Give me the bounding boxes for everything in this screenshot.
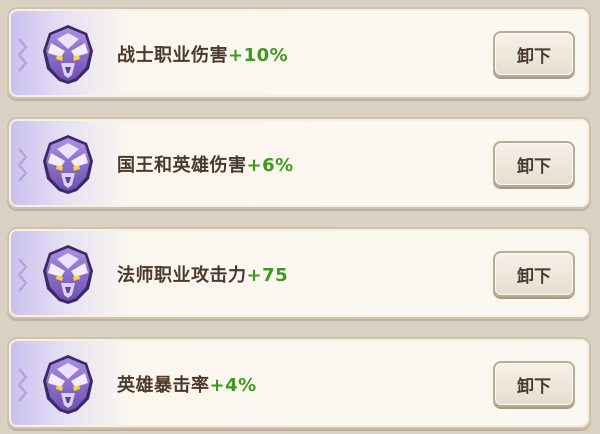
stat-bonus: +6% (246, 155, 294, 176)
purple-dragon-helmet-icon (35, 21, 101, 87)
unequip-button[interactable]: 卸下 (493, 251, 575, 297)
equipment-card: 法师职业攻击力+75 卸下 (7, 227, 591, 319)
equipment-card: 战士职业伤害+10% 卸下 (7, 7, 591, 99)
unequip-button[interactable]: 卸下 (493, 31, 575, 77)
purple-dragon-helmet-icon (35, 241, 101, 307)
chevron-decoration-icon (17, 255, 31, 295)
equipment-stat-label: 英雄暴击率+4% (117, 371, 257, 397)
equipment-list: 战士职业伤害+10% 卸下 国王和英雄伤害+6% 卸下 法师职业攻击力+75 卸… (0, 0, 600, 434)
stat-bonus: +75 (246, 265, 289, 286)
equipment-stat-label: 战士职业伤害+10% (117, 41, 288, 67)
equipment-stat-label: 国王和英雄伤害+6% (117, 151, 294, 177)
stat-name: 法师职业攻击力 (117, 265, 247, 286)
unequip-button[interactable]: 卸下 (493, 141, 575, 187)
chevron-decoration-icon (17, 145, 31, 185)
equipment-card: 英雄暴击率+4% 卸下 (7, 337, 591, 429)
stat-name: 英雄暴击率 (117, 375, 210, 396)
purple-dragon-helmet-icon (35, 131, 101, 197)
chevron-decoration-icon (17, 365, 31, 405)
unequip-button[interactable]: 卸下 (493, 361, 575, 407)
stat-bonus: +4% (209, 375, 257, 396)
stat-bonus: +10% (228, 45, 289, 66)
stat-name: 战士职业伤害 (117, 45, 228, 66)
stat-name: 国王和英雄伤害 (117, 155, 247, 176)
equipment-stat-label: 法师职业攻击力+75 (117, 261, 288, 287)
chevron-decoration-icon (17, 35, 31, 75)
equipment-card: 国王和英雄伤害+6% 卸下 (7, 117, 591, 209)
purple-dragon-helmet-icon (35, 351, 101, 417)
